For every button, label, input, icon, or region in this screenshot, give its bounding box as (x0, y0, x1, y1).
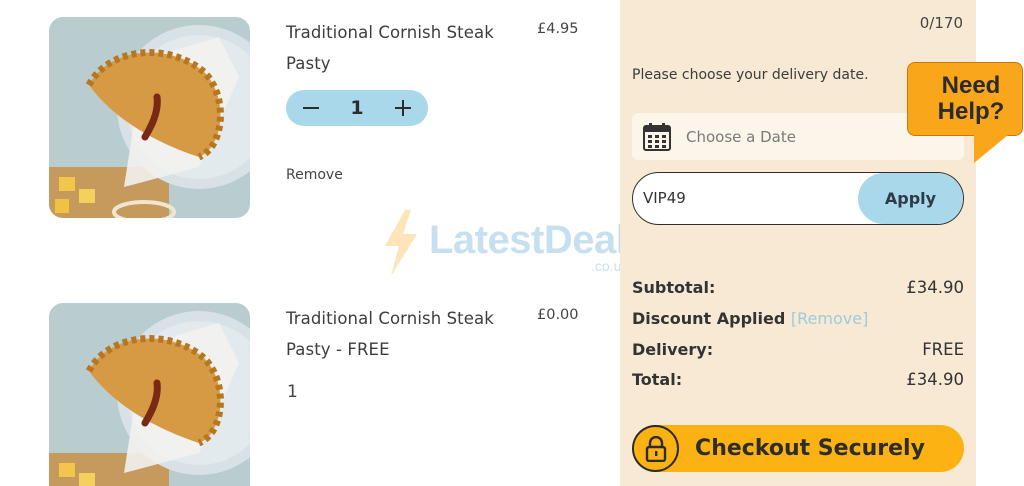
product-name[interactable]: Traditional Cornish Steak Pasty (286, 17, 516, 79)
watermark-brand: LatestDeals (429, 218, 649, 262)
remove-link[interactable]: Remove (286, 167, 343, 183)
help-label: Need Help? (908, 73, 1022, 125)
subtotal-row: Subtotal: £34.90 (632, 278, 964, 297)
promo-code-field[interactable]: VIP49 Apply (632, 172, 964, 225)
checkout-label: Checkout Securely (695, 436, 925, 461)
speech-tail (974, 135, 1008, 163)
product-price: £4.95 (537, 21, 579, 37)
product-image[interactable] (49, 303, 250, 486)
pasty-photo (49, 17, 250, 218)
date-placeholder: Choose a Date (686, 127, 796, 146)
delivery-date-prompt: Please choose your delivery date. (632, 67, 869, 83)
product-image[interactable] (49, 17, 250, 218)
quantity-value[interactable]: 1 (350, 97, 363, 119)
total-value: £34.90 (906, 370, 964, 389)
promo-code-value[interactable]: VIP49 (643, 189, 686, 207)
calendar-icon (643, 122, 671, 151)
quantity-stepper: 1 (286, 90, 428, 126)
delivery-row: Delivery: FREE (632, 340, 964, 359)
pasty-photo (49, 303, 250, 486)
product-price: £0.00 (537, 307, 579, 323)
product-name[interactable]: Traditional Cornish Steak Pasty - FREE (286, 303, 516, 365)
discount-row: Discount Applied [Remove] (632, 309, 964, 328)
help-label-line2: Help? (937, 98, 1005, 125)
plus-icon[interactable] (392, 97, 414, 119)
total-label: Total: (632, 370, 683, 389)
quantity-value: 1 (287, 382, 298, 402)
apply-button[interactable]: Apply (858, 173, 963, 224)
minus-icon[interactable] (300, 97, 322, 119)
remove-discount-link[interactable]: [Remove] (791, 309, 868, 328)
help-label-line1: Need (941, 72, 1001, 99)
subtotal-label: Subtotal: (632, 278, 716, 297)
discount-label: Discount Applied (632, 309, 786, 328)
delivery-value: FREE (922, 340, 964, 359)
char-counter: 0/170 (919, 14, 963, 32)
watermark-logo: LatestDeals .co.uk (381, 210, 651, 280)
delivery-label: Delivery: (632, 340, 714, 359)
help-button[interactable]: Need Help? (907, 62, 1023, 163)
checkout-button[interactable]: Checkout Securely (632, 425, 964, 472)
total-row: Total: £34.90 (632, 370, 964, 389)
subtotal-value: £34.90 (906, 278, 964, 297)
lightning-icon (385, 210, 417, 276)
